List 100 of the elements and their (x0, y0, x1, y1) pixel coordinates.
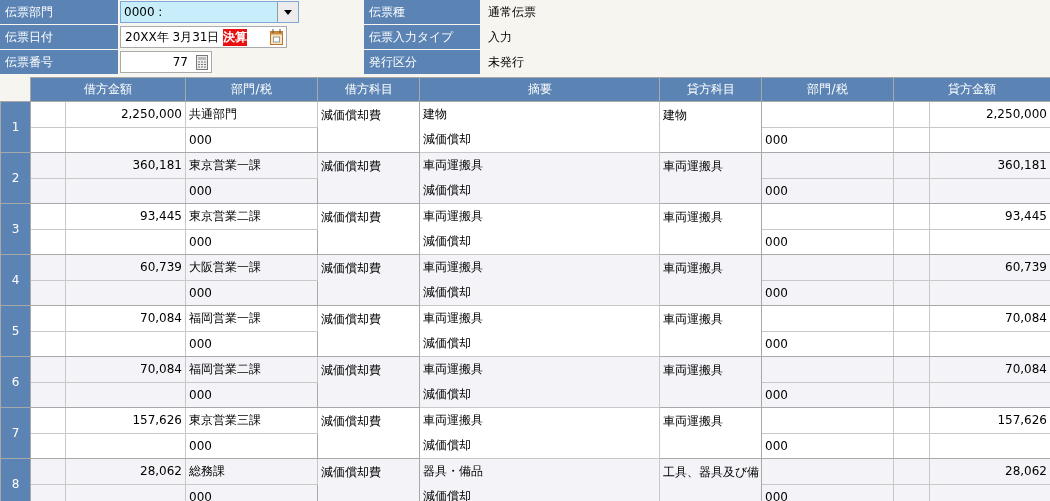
table-cell: 360,181 (65, 152, 186, 178)
table-cell: 93,445 (929, 203, 1050, 229)
table-cell: 車両運搬具 (659, 356, 762, 408)
department-dropdown[interactable]: 0000 : (120, 1, 299, 23)
table-cell: 000 (761, 382, 894, 408)
table-cell: 60,739 (65, 254, 186, 280)
table-cell: 総務課 (185, 458, 318, 484)
table-cell: 70,084 (65, 305, 186, 331)
field-label: 伝票番号 (0, 50, 118, 74)
table-cell: 減価償却費 (317, 356, 420, 408)
table-cell: 000 (761, 433, 894, 459)
table-cell: 000 (185, 331, 318, 357)
table-cell: 東京営業一課 (185, 152, 318, 178)
table-cell: 70,084 (929, 356, 1050, 382)
row-number[interactable]: 8 (0, 458, 31, 501)
table-cell-text: 車両運搬具 (423, 157, 484, 174)
table-cell: 000 (761, 127, 894, 153)
table-cell: 東京営業二課 (185, 203, 318, 229)
table-cell-text: 車両運搬具 (423, 208, 484, 225)
table-cell-text: 減価償却 (423, 335, 472, 352)
table-cell: 157,626 (65, 407, 186, 433)
table-cell-text: 車両運搬具 (423, 259, 484, 276)
table-cell: 車両運搬具 (659, 203, 762, 255)
table-cell: 減価償却費 (317, 101, 420, 153)
row-number[interactable]: 5 (0, 305, 31, 357)
caret-icon[interactable] (284, 9, 292, 15)
table-cell: 大阪営業一課 (185, 254, 318, 280)
table-cell: 70,084 (65, 356, 186, 382)
field-value: 入力 (487, 29, 513, 46)
field-label: 伝票部門 (0, 0, 118, 24)
column-header: 貸方金額 (893, 77, 1050, 102)
table-cell-text: 減価償却 (423, 386, 472, 403)
row-number[interactable]: 2 (0, 152, 31, 204)
table-cell: 減価償却費 (317, 203, 420, 255)
table-cell: 000 (185, 178, 318, 204)
table-cell: 000 (761, 331, 894, 357)
table-cell: 28,062 (929, 458, 1050, 484)
row-number[interactable]: 7 (0, 407, 31, 459)
table-cell: 000 (185, 280, 318, 306)
column-header: 部門/税 (761, 77, 894, 102)
table-cell: 157,626 (929, 407, 1050, 433)
column-header: 借方金額 (30, 77, 186, 102)
table-cell: 車両運搬具 (659, 254, 762, 306)
dropdown-button[interactable] (277, 2, 298, 22)
table-cell-text: 車両運搬具 (423, 412, 484, 429)
column-header: 摘要 (419, 77, 660, 102)
table-cell: 000 (761, 280, 894, 306)
table-cell: 工具、器具及び備 (659, 458, 762, 501)
column-header: 借方科目 (317, 77, 420, 102)
closing-badge: 決算 (223, 28, 248, 46)
table-cell: 車両運搬具 (659, 407, 762, 459)
table-cell: 93,445 (65, 203, 186, 229)
table-cell-text: 減価償却 (423, 131, 472, 148)
table-cell: 2,250,000 (929, 101, 1050, 127)
table-cell: 減価償却費 (317, 152, 420, 204)
column-header: 貸方科目 (659, 77, 762, 102)
table-cell: 000 (185, 433, 318, 459)
table-cell-text: 建物 (423, 106, 448, 123)
table-cell-text: 器具・備品 (423, 463, 484, 480)
table-cell: 減価償却費 (317, 458, 420, 501)
date-field[interactable]: 20XX年 3月31日 決算 (120, 26, 287, 48)
table-cell: 000 (761, 178, 894, 204)
table-cell: 減価償却費 (317, 407, 420, 459)
field-value: 通常伝票 (487, 4, 537, 21)
table-cell: 000 (185, 127, 318, 153)
table-cell: 60,739 (929, 254, 1050, 280)
table-cell: 福岡営業二課 (185, 356, 318, 382)
table-cell: 減価償却費 (317, 305, 420, 357)
table-cell: 2,250,000 (65, 101, 186, 127)
field-label: 伝票種 (364, 0, 480, 24)
table-cell: 000 (185, 382, 318, 408)
row-number[interactable]: 1 (0, 101, 31, 153)
table-cell: 360,181 (929, 152, 1050, 178)
row-number[interactable]: 4 (0, 254, 31, 306)
field-label: 発行区分 (364, 50, 480, 74)
table-cell: 車両運搬具 (659, 152, 762, 204)
column-header: 部門/税 (185, 77, 318, 102)
table-cell-text: 車両運搬具 (423, 310, 484, 327)
table-cell: 共通部門 (185, 101, 318, 127)
table-cell-text: 減価償却 (423, 488, 472, 501)
calculator-icon[interactable] (196, 54, 208, 70)
table-cell: 70,084 (929, 305, 1050, 331)
voucher-number-field[interactable]: 77 (120, 51, 212, 73)
table-cell-text: 減価償却 (423, 437, 472, 454)
field-value: 未発行 (487, 54, 525, 71)
calendar-icon[interactable] (270, 29, 283, 45)
table-cell-text: 減価償却 (423, 233, 472, 250)
table-cell: 建物 (659, 101, 762, 153)
table-cell: 減価償却費 (317, 254, 420, 306)
table-cell: 28,062 (65, 458, 186, 484)
table-cell: 福岡営業一課 (185, 305, 318, 331)
field-label: 伝票入力タイプ (364, 25, 480, 49)
table-cell-text: 車両運搬具 (423, 361, 484, 378)
table-cell-text: 減価償却 (423, 284, 472, 301)
table-cell: 000 (185, 229, 318, 255)
table-cell: 000 (761, 229, 894, 255)
table-cell: 車両運搬具 (659, 305, 762, 357)
row-number[interactable]: 6 (0, 356, 31, 408)
table-cell-text: 減価償却 (423, 182, 472, 199)
row-number[interactable]: 3 (0, 203, 31, 255)
